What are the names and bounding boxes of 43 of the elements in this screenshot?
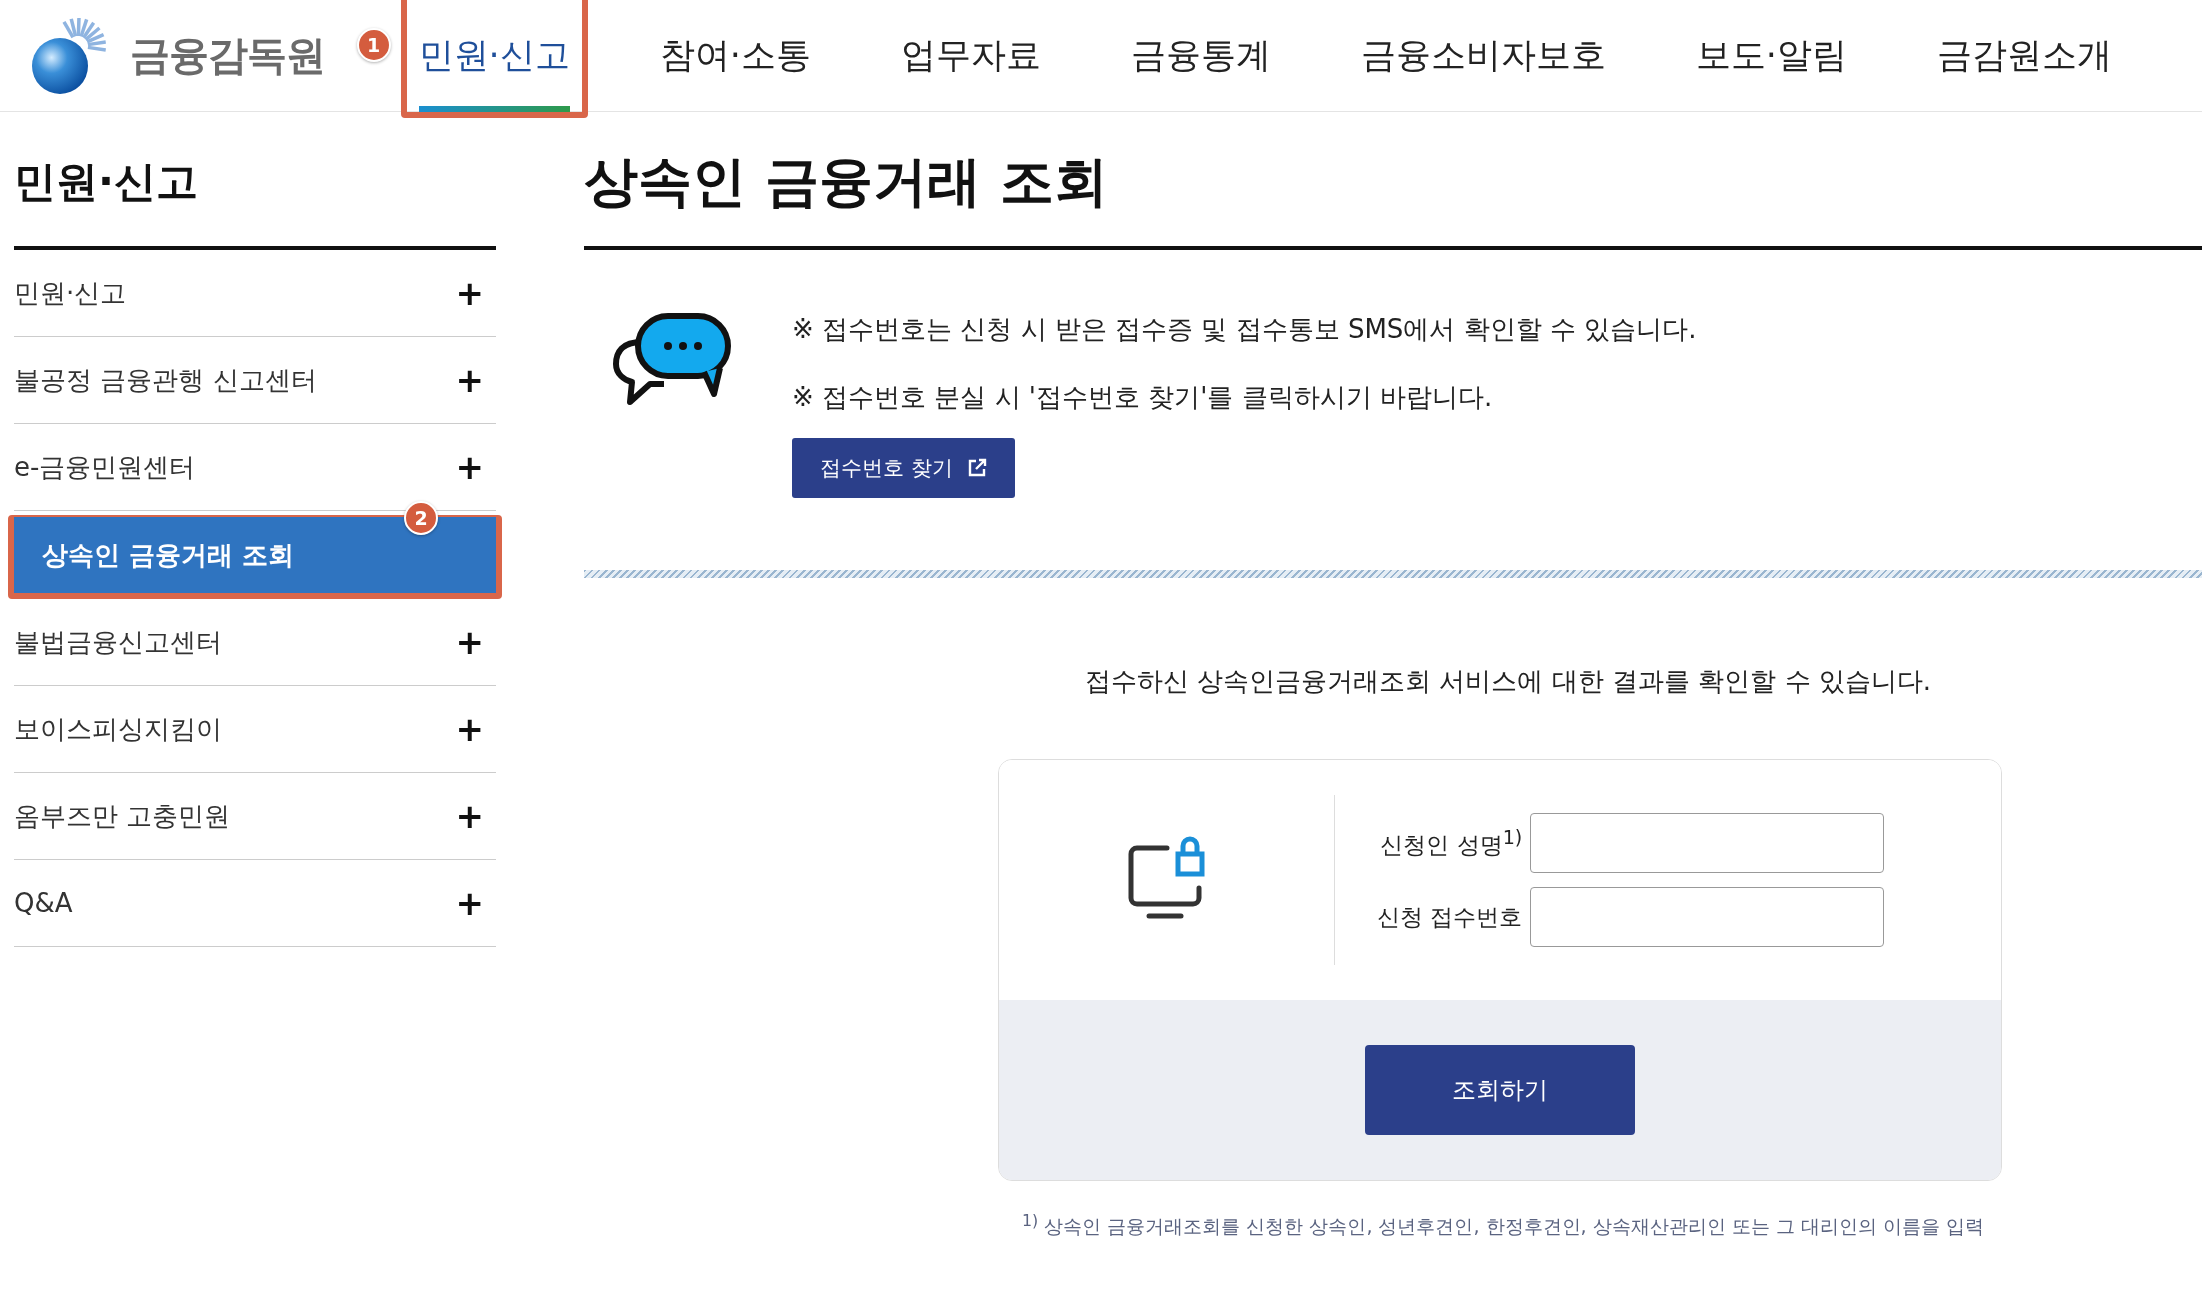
nav-tab[interactable]: 민원·신고 (418, 0, 570, 112)
external-link-icon (966, 458, 987, 478)
notice-text: ※ 접수번호는 신청 시 받은 접수증 및 접수통보 SMS에서 확인할 수 있습니다. (792, 313, 1697, 346)
nav-tab[interactable]: 금융소비자보호 (1360, 0, 1606, 112)
sidebar-item[interactable]: 보이스피싱지킴이 + (14, 686, 496, 773)
nav-tab[interactable]: 금융통계 (1130, 0, 1271, 112)
expand-toggle[interactable]: + (455, 360, 484, 400)
input-field[interactable] (1530, 887, 1885, 947)
sidebar-item[interactable]: Q&A + (14, 860, 496, 947)
sidebar-item-label: 불공정 금융관행 신고센터 (14, 363, 317, 397)
expand-toggle[interactable]: + (455, 796, 484, 836)
logo-text: 금융감독원 (130, 31, 325, 80)
nav-tab[interactable]: 보도·알림 (1695, 0, 1847, 112)
sidebar-title: 민원·신고 (14, 112, 496, 250)
sidebar-item[interactable]: 옴부즈만 고충민원 + (14, 773, 496, 860)
sidebar-item-label: e-금융민원센터 (14, 450, 196, 484)
input-field[interactable] (1530, 813, 1885, 873)
sidebar-item[interactable]: 불공정 금융관행 신고센터 + (14, 337, 496, 424)
footnote: $^{1)}$ 상속인 금융거래조회를 신청한 상속인, 성년후견인, 한정후견인, 상속재산관리인 또는 그 대리인의 이름을 입력 (1022, 1211, 1985, 1240)
sidebar-item-label: 보이스피싱지킴이 (14, 712, 222, 746)
page-title: 상속인 금융거래 조회 (584, 112, 2202, 250)
sidebar-item-label: 불법금융신고센터 (14, 625, 222, 659)
search-button[interactable]: 조회하기 (1365, 1045, 1635, 1135)
expand-toggle[interactable]: + (455, 273, 484, 313)
notice-text: ※ 접수번호 분실 시 '접수번호 찾기'를 클릭하시기 바랍니다. (792, 381, 1494, 414)
step-badge: 2 (404, 501, 438, 535)
find-number-button[interactable]: 접수번호 찾기 (792, 438, 1015, 498)
sidebar-item-label: Q&A (14, 888, 73, 918)
sidebar-item-label: 옴부즈만 고충민원 (14, 799, 231, 833)
expand-toggle[interactable]: + (455, 709, 484, 749)
intro-text: 접수하신 상속인금융거래조회 서비스에 대한 결과를 확인할 수 있습니다. (1083, 665, 1933, 698)
nav-tab[interactable]: 업무자료 (900, 0, 1041, 112)
sidebar-item[interactable]: 불법금융신고센터 + (14, 599, 496, 686)
expand-toggle[interactable]: + (455, 622, 484, 662)
expand-toggle[interactable]: + (455, 883, 484, 923)
nav-tab[interactable]: 참여·소통 (659, 0, 811, 112)
field-label: 신청인 성명$^{1)}$ (1379, 825, 1523, 860)
nav-tab[interactable]: 금감원소개 (1937, 0, 2112, 112)
sidebar-item-label: 민원·신고 (14, 276, 127, 310)
expand-toggle[interactable]: + (455, 447, 484, 487)
sidebar-item[interactable]: 민원·신고 + (14, 250, 496, 337)
step-badge: 1 (356, 27, 391, 62)
field-label: 신청 접수번호 (1377, 902, 1523, 932)
